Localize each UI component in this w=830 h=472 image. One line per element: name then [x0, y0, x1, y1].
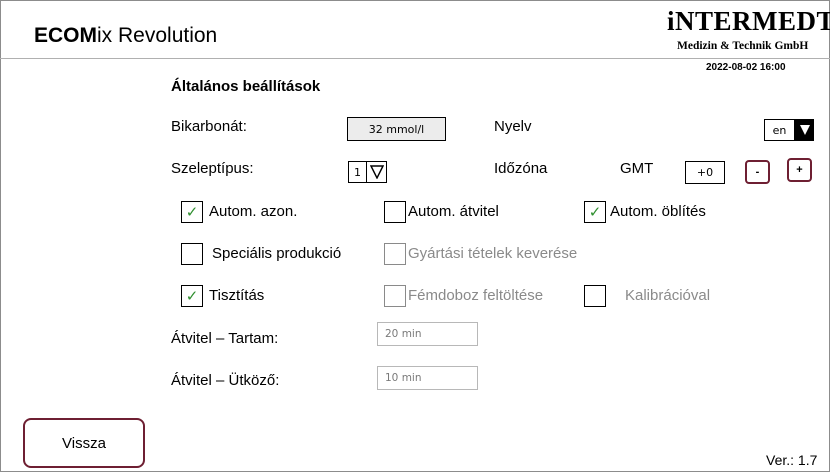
cleaning-checkbox[interactable]: ✓ [181, 285, 203, 307]
language-select-value[interactable]: en [764, 119, 795, 141]
timezone-offset-value: +0 [685, 161, 725, 184]
auto-rinse-checkbox[interactable]: ✓ [584, 201, 606, 223]
page-title: Általános beállítások [171, 78, 321, 95]
app-title: ECOMix Revolution [34, 24, 217, 48]
timezone-label: Időzóna [494, 160, 548, 177]
valve-type-dropdown-arrow-icon[interactable] [366, 161, 387, 183]
bicarbonate-label: Bikarbonát: [171, 118, 247, 135]
bicarbonate-value-button[interactable]: 32 mmol/l [347, 117, 446, 141]
datetime-display: 2022-08-02 16:00 [706, 62, 786, 73]
language-dropdown-arrow-icon[interactable] [795, 119, 814, 141]
gmt-label: GMT [620, 160, 654, 177]
cleaning-label: Tisztítás [209, 287, 265, 304]
transfer-buffer-input[interactable]: 10 min [377, 366, 478, 390]
triangle-down-icon [369, 165, 384, 179]
auto-id-label: Autom. azon. [209, 203, 298, 220]
canister-fill-checkbox[interactable] [384, 285, 406, 307]
timezone-minus-button[interactable]: - [745, 160, 770, 184]
checkmark-icon: ✓ [185, 202, 199, 221]
header-divider [0, 58, 830, 59]
calibration-checkbox[interactable] [584, 285, 606, 307]
batch-mixing-label: Gyártási tételek keverése [408, 245, 578, 262]
app-title-rest: ix Revolution [97, 24, 218, 47]
valve-type-select-value[interactable]: 1 [348, 161, 367, 183]
version-label: Ver.: 1.7 [766, 452, 818, 468]
transfer-duration-input[interactable]: 20 min [377, 322, 478, 346]
timezone-plus-button[interactable]: + [787, 158, 812, 182]
transfer-buffer-label: Átvitel – Ütköző: [171, 372, 280, 389]
calibration-label: Kalibrációval [625, 287, 711, 304]
auto-transfer-label: Autom. átvitel [408, 203, 499, 220]
special-production-checkbox[interactable] [181, 243, 203, 265]
checkmark-icon: ✓ [185, 286, 199, 305]
company-logo-subtitle: Medizin & Technik GmbH [677, 40, 809, 52]
transfer-duration-label: Átvitel – Tartam: [171, 330, 279, 347]
language-label: Nyelv [494, 118, 532, 135]
auto-transfer-checkbox[interactable] [384, 201, 406, 223]
canister-fill-label: Fémdoboz feltöltése [408, 287, 544, 304]
company-logo: iNTERMEDT [667, 6, 830, 36]
app-title-bold: ECOM [34, 24, 97, 47]
valve-type-label: Szeleptípus: [171, 160, 254, 177]
special-production-label: Speciális produkció [212, 245, 342, 262]
back-button[interactable]: Vissza [23, 418, 145, 468]
auto-id-checkbox[interactable]: ✓ [181, 201, 203, 223]
batch-mixing-checkbox[interactable] [384, 243, 406, 265]
auto-rinse-label: Autom. öblítés [610, 203, 706, 220]
checkmark-icon: ✓ [588, 202, 602, 221]
